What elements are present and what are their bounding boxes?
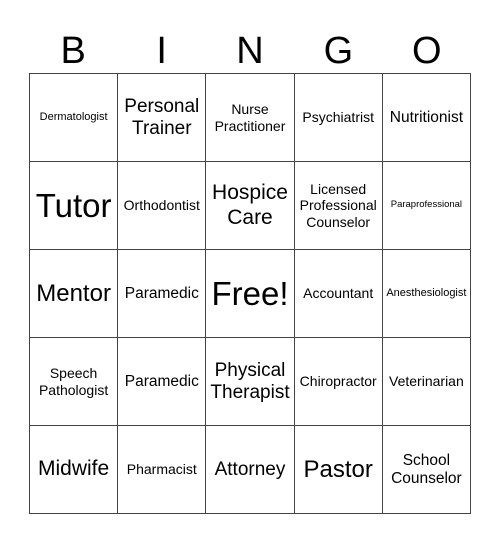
bingo-cell[interactable]: Dermatologist bbox=[30, 74, 119, 162]
bingo-cell[interactable]: Attorney bbox=[206, 426, 295, 514]
header-letter-i: I bbox=[156, 30, 167, 72]
bingo-cell[interactable]: Pastor bbox=[294, 426, 383, 514]
header-letter-n: N bbox=[236, 30, 264, 72]
bingo-cell[interactable]: Paramedic bbox=[118, 338, 207, 426]
bingo-cell[interactable]: Midwife bbox=[30, 426, 119, 514]
bingo-cell[interactable]: Paramedic bbox=[118, 250, 207, 338]
bingo-cell[interactable]: Accountant bbox=[294, 250, 383, 338]
bingo-cell[interactable]: Physical Therapist bbox=[206, 338, 295, 426]
bingo-cell[interactable]: Nurse Practitioner bbox=[206, 74, 295, 162]
bingo-cell[interactable]: Paraprofessional bbox=[382, 162, 471, 250]
bingo-cell[interactable]: Personal Trainer bbox=[118, 74, 207, 162]
bingo-cell[interactable]: Speech Pathologist bbox=[30, 338, 119, 426]
header-letter-b: B bbox=[60, 30, 86, 72]
bingo-cell[interactable]: Hospice Care bbox=[206, 162, 295, 250]
bingo-grid: Dermatologist Personal Trainer Nurse Pract… bbox=[29, 73, 471, 514]
bingo-cell[interactable]: Psychiatrist bbox=[294, 74, 383, 162]
free-space-cell[interactable]: Free! bbox=[206, 250, 295, 338]
bingo-cell[interactable]: Veterinarian bbox=[382, 338, 471, 426]
bingo-cell[interactable]: Pharmacist bbox=[118, 426, 207, 514]
bingo-cell[interactable]: Chiropractor bbox=[294, 338, 383, 426]
bingo-cell[interactable]: Nutritionist bbox=[382, 74, 471, 162]
bingo-cell[interactable]: Tutor bbox=[30, 162, 119, 250]
bingo-header: B I N G O bbox=[29, 30, 471, 72]
bingo-cell[interactable]: School Counselor bbox=[382, 426, 471, 514]
header-letter-o: O bbox=[412, 30, 442, 72]
header-letter-g: G bbox=[323, 30, 354, 72]
bingo-cell[interactable]: Anesthesiologist bbox=[382, 250, 471, 338]
bingo-cell[interactable]: Mentor bbox=[30, 250, 119, 338]
bingo-cell[interactable]: Orthodontist bbox=[118, 162, 207, 250]
bingo-cell[interactable]: Licensed Professional Counselor bbox=[294, 162, 383, 250]
